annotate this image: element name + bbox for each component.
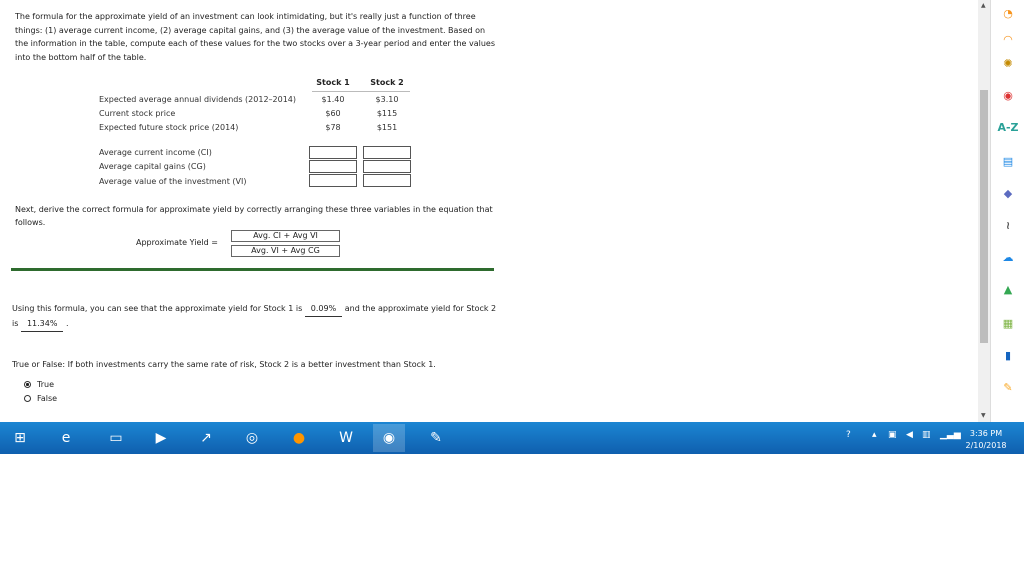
- input-label-cg: Average capital gains (CG): [99, 162, 206, 171]
- pencil-icon[interactable]: ✎: [996, 376, 1020, 398]
- denominator-select[interactable]: Avg. VI + Avg CG: [231, 245, 340, 257]
- cell-stock1: $78: [325, 123, 341, 132]
- option-true[interactable]: True: [24, 380, 54, 389]
- cg-stock2-input[interactable]: [363, 160, 411, 173]
- scrollbar[interactable]: ▲ ▼: [978, 0, 990, 422]
- question-panel: The formula for the approximate yield of…: [0, 0, 978, 422]
- ci-stock2-input[interactable]: [363, 146, 411, 159]
- intro-text: The formula for the approximate yield of…: [15, 12, 496, 62]
- cell-stock2: $115: [376, 109, 398, 118]
- equation-label: Approximate Yield =: [136, 238, 218, 247]
- power-icon[interactable]: ▥: [922, 430, 931, 440]
- row-label: Current stock price: [99, 109, 176, 118]
- cell-stock1: $1.40: [321, 95, 345, 104]
- next-instructions: Next, derive the correct formula for app…: [15, 205, 493, 227]
- word-icon[interactable]: W: [330, 424, 362, 452]
- network-icon[interactable]: ▣: [888, 430, 897, 440]
- media-icon[interactable]: ▶: [145, 424, 177, 452]
- cell-stock1: $60: [325, 109, 341, 118]
- cloud-icon[interactable]: ☁: [996, 246, 1020, 268]
- settings-icon[interactable]: ✺: [996, 52, 1020, 74]
- tablet-icon[interactable]: ▮: [996, 344, 1020, 366]
- scrollbar-thumb[interactable]: [980, 90, 988, 343]
- a-z-icon[interactable]: A-Z: [996, 116, 1020, 138]
- radio-icon[interactable]: [24, 395, 31, 402]
- cart-icon[interactable]: ▦: [996, 312, 1020, 334]
- vi-stock1-input[interactable]: [309, 174, 357, 187]
- firefox-icon[interactable]: ●: [283, 424, 315, 452]
- cell-stock2: $151: [376, 123, 398, 132]
- option-label: False: [37, 394, 58, 403]
- yield-text-pre: Using this formula, you can see that the…: [12, 304, 303, 313]
- help-icon[interactable]: ?: [846, 430, 851, 440]
- side-toolbar: ◔ ◠ ✺ ◉ A-Z ▤ ◆ ≀ ☁ ▲ ▦ ▮ ✎: [990, 0, 1024, 422]
- yield-stock1-answer[interactable]: 0.09%: [304, 302, 343, 317]
- option-false[interactable]: False: [24, 394, 57, 403]
- yield-sentence: Using this formula, you can see that the…: [12, 302, 498, 332]
- clock[interactable]: 3:36 PM 2/10/2018: [958, 428, 1014, 452]
- row-label: Expected average annual dividends (2012–…: [99, 95, 297, 104]
- cg-stock1-input[interactable]: [309, 160, 357, 173]
- true-false-question: True or False: If both investments carry…: [12, 360, 436, 369]
- news-icon[interactable]: ◉: [996, 84, 1020, 106]
- paint-icon[interactable]: ✎: [420, 424, 452, 452]
- vi-stock2-input[interactable]: [363, 174, 411, 187]
- option-label: True: [37, 380, 54, 389]
- signal-icon[interactable]: ≀: [996, 214, 1020, 236]
- tray-expand-icon[interactable]: ▴: [872, 430, 877, 440]
- chrome-icon[interactable]: ◉: [373, 424, 405, 452]
- chart-app-icon[interactable]: ↗: [190, 424, 222, 452]
- drive-icon[interactable]: ▲: [996, 278, 1020, 300]
- row-label: Expected future stock price (2014): [99, 123, 239, 132]
- clock-date: 2/10/2018: [965, 441, 1007, 450]
- radio-selected-icon[interactable]: [24, 381, 31, 388]
- cell-stock2: $3.10: [375, 95, 399, 104]
- taskbar: ⊞ e ▭ ▶ ↗ ◎ ● W ◉ ✎ ? ▴ ▣ ◀ ▥ ▁▃▅: [0, 422, 1024, 454]
- input-label-vi: Average value of the investment (VI): [99, 177, 247, 186]
- input-label-ci: Average current income (CI): [99, 148, 212, 157]
- pen-icon[interactable]: ◆: [996, 182, 1020, 204]
- wifi-app-icon[interactable]: ◎: [236, 424, 268, 452]
- folder-icon[interactable]: ▭: [100, 424, 132, 452]
- rss-feed-icon[interactable]: ◠: [996, 28, 1020, 50]
- volume-icon[interactable]: ◀: [906, 430, 913, 440]
- col-header-stock2: Stock 2: [370, 78, 404, 87]
- start-icon[interactable]: ⊞: [4, 424, 36, 452]
- numerator-select[interactable]: Avg. CI + Avg VI: [231, 230, 340, 242]
- section-divider: [11, 268, 494, 271]
- scroll-down-icon[interactable]: ▼: [981, 412, 986, 419]
- table-divider: [312, 91, 410, 92]
- ie-icon[interactable]: e: [50, 424, 82, 452]
- scroll-up-icon[interactable]: ▲: [981, 2, 986, 9]
- col-header-stock1: Stock 1: [316, 78, 350, 87]
- rss-icon[interactable]: ◔: [996, 2, 1020, 24]
- yield-stock2-answer[interactable]: 11.34%: [20, 317, 64, 332]
- ci-stock1-input[interactable]: [309, 146, 357, 159]
- document-icon[interactable]: ▤: [996, 150, 1020, 172]
- clock-time: 3:36 PM: [969, 429, 1003, 438]
- yield-text-end: .: [66, 319, 69, 328]
